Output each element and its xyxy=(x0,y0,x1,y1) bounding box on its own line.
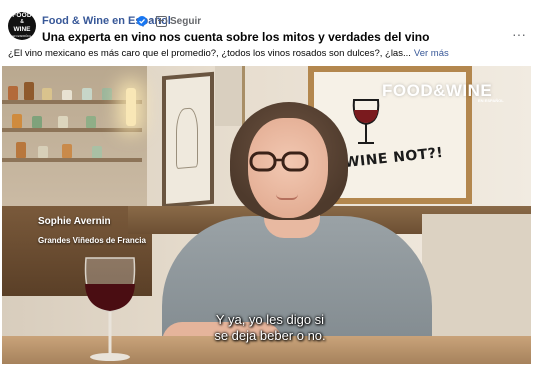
jar xyxy=(32,116,42,128)
wall-lamp xyxy=(126,88,136,126)
more-options-icon[interactable]: ··· xyxy=(512,26,526,42)
post-card: FOOD & WINE EN ESPAÑOL Food & Wine en Es… xyxy=(0,0,533,366)
follow-button[interactable]: Seguir xyxy=(156,14,201,28)
brand-watermark: FOOD&WINE xyxy=(382,81,493,100)
lower-third-name: Sophie Avernin xyxy=(38,216,111,227)
jar xyxy=(58,116,68,128)
follow-label: Seguir xyxy=(170,15,202,27)
video-subtitle: Y ya, yo les digo si se deja beber o no. xyxy=(182,312,358,344)
jar xyxy=(12,114,22,128)
header-separator: · xyxy=(150,14,154,26)
jar xyxy=(24,82,34,100)
wine-glass xyxy=(84,257,136,361)
subtitle-line-2: se deja beber o no. xyxy=(214,328,326,343)
post-description: ¿El vino mexicano es más caro que el pro… xyxy=(8,48,449,59)
shelf xyxy=(2,128,142,132)
jar xyxy=(86,116,96,128)
verified-badge-icon xyxy=(137,16,147,26)
jar xyxy=(42,88,52,100)
post-title[interactable]: Una experta en vino nos cuenta sobre los… xyxy=(42,30,429,44)
jar xyxy=(8,86,18,100)
shelf xyxy=(2,158,142,162)
follow-icon xyxy=(156,15,167,27)
jar xyxy=(16,142,26,158)
glasses-icon xyxy=(249,151,309,172)
post-description-text: ¿El vino mexicano es más caro que el pro… xyxy=(8,48,411,59)
jar xyxy=(62,144,72,158)
wine-glass-drawing xyxy=(352,99,380,144)
jar xyxy=(92,146,102,158)
jar xyxy=(62,90,72,100)
shelf xyxy=(2,100,142,104)
subtitle-line-1: Y ya, yo les digo si xyxy=(215,312,325,327)
jar xyxy=(82,88,92,100)
lower-third-organization: Grandes Viñedos de Francia xyxy=(38,236,146,245)
picture-frame xyxy=(215,66,245,126)
jar xyxy=(38,146,48,158)
video-player[interactable]: WINE NOT?! FOOD&WINE EN ESPAÑOL Sophie A… xyxy=(2,66,531,364)
jar xyxy=(102,88,112,100)
framed-sketch xyxy=(162,71,214,209)
brand-watermark-sub: EN ESPAÑOL xyxy=(478,98,504,103)
see-more-link[interactable]: Ver más xyxy=(414,48,449,59)
page-avatar[interactable]: FOOD & WINE EN ESPAÑOL xyxy=(8,12,36,40)
woman-mouth xyxy=(276,194,298,200)
